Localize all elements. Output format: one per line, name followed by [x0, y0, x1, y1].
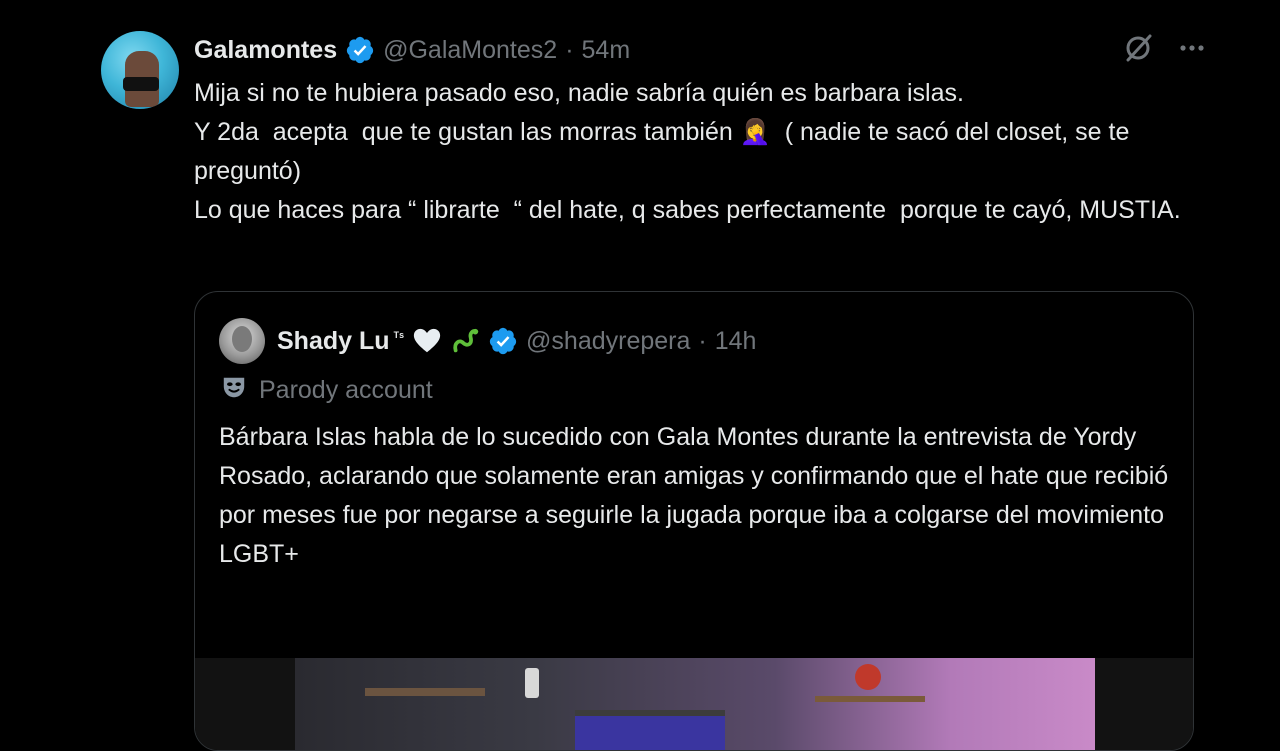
theater-mask-icon: [221, 374, 247, 407]
meta-separator: ·: [565, 35, 574, 64]
tweet-actions: [1122, 32, 1208, 64]
quote-header: Shady Lu ᵀˢ @shadyrepera · 14h: [219, 318, 756, 364]
quote-author-avatar[interactable]: [219, 318, 265, 364]
avatar-swimsuit: [123, 77, 159, 91]
grok-icon[interactable]: [1122, 32, 1154, 64]
parody-account-label: Parody account: [221, 372, 433, 408]
quote-name-suffix: ᵀˢ: [393, 328, 405, 344]
tweet-time[interactable]: 54m: [582, 36, 631, 65]
green-snake-emoji: [450, 326, 480, 356]
tweet: Galamontes @GalaMontes2 · 54m Mija si no: [0, 0, 1280, 751]
media-shelf: [365, 688, 485, 696]
quote-author-handle[interactable]: @shadyrepera: [526, 327, 690, 356]
verified-badge-icon[interactable]: [345, 35, 375, 65]
white-heart-emoji: [412, 326, 442, 356]
tweet-text: Mija si no te hubiera pasado eso, nadie …: [194, 79, 1181, 224]
media-lamp: [525, 668, 539, 698]
author-display-name[interactable]: Galamontes: [194, 36, 337, 65]
quote-meta-separator: ·: [698, 326, 707, 355]
media-screen: [575, 716, 725, 750]
quote-author-display-name[interactable]: Shady Lu: [277, 327, 390, 356]
quote-media-image[interactable]: [195, 658, 1193, 750]
media-decoration: [855, 664, 881, 690]
tweet-header: Galamontes @GalaMontes2 · 54m: [194, 32, 630, 68]
author-avatar[interactable]: [101, 31, 179, 109]
quote-time[interactable]: 14h: [715, 327, 757, 356]
quote-text: Bárbara Islas habla de lo sucedido con G…: [219, 423, 1176, 568]
parody-label-text: Parody account: [259, 375, 433, 404]
author-handle[interactable]: @GalaMontes2: [383, 36, 557, 65]
quote-verified-badge-icon[interactable]: [488, 326, 518, 356]
more-options-icon[interactable]: [1176, 32, 1208, 64]
media-shelf: [815, 696, 925, 702]
quoted-tweet[interactable]: Shady Lu ᵀˢ @shadyrepera · 14h Parody ac…: [194, 291, 1194, 751]
